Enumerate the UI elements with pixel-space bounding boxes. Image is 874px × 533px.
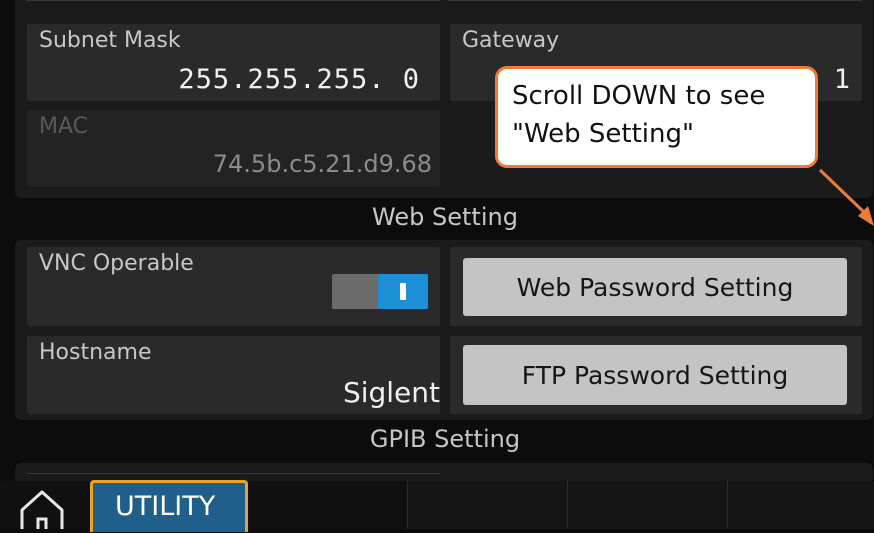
gateway-label: Gateway (462, 28, 560, 53)
toggle-on-mark (400, 283, 406, 300)
hostname-label: Hostname (39, 340, 152, 365)
vnc-toggle[interactable] (332, 274, 428, 309)
ftp-password-cell: FTP Password Setting (450, 336, 862, 414)
tab-utility-label: UTILITY (115, 491, 216, 522)
mac-field: MAC 74.5b.c5.21.d9.68 (27, 110, 440, 187)
tab-utility[interactable]: UTILITY (90, 480, 248, 532)
mac-value: 74.5b.c5.21.d9.68 (212, 150, 432, 178)
tab-slot[interactable] (567, 481, 727, 529)
vnc-operable-field: VNC Operable (27, 247, 440, 326)
mac-label: MAC (39, 114, 89, 139)
web-password-cell: Web Password Setting (450, 247, 862, 326)
home-icon[interactable] (8, 482, 80, 529)
gateway-value: 1 (833, 64, 850, 95)
hostname-field[interactable]: Hostname Siglent (27, 336, 440, 414)
tab-slot[interactable] (727, 481, 874, 529)
callout-line-2: "Web Setting" (512, 119, 694, 149)
web-password-setting-button[interactable]: Web Password Setting (463, 258, 847, 316)
hostname-value: Siglent (342, 376, 440, 409)
subnet-mask-label: Subnet Mask (39, 28, 181, 53)
scroll-hint-callout: Scroll DOWN to see "Web Setting" (495, 66, 818, 168)
toggle-knob (378, 274, 428, 309)
gpib-setting-title: GPIB Setting (369, 425, 521, 453)
subnet-mask-field[interactable]: Subnet Mask 255.255.255. 0 (27, 24, 440, 101)
tab-slot[interactable] (407, 481, 567, 529)
subnet-mask-value: 255.255.255. 0 (178, 64, 420, 95)
callout-line-1: Scroll DOWN to see (512, 81, 766, 111)
vnc-operable-label: VNC Operable (39, 251, 194, 276)
ftp-password-setting-button[interactable]: FTP Password Setting (463, 345, 847, 405)
divider (26, 0, 440, 14)
web-setting-title: Web Setting (372, 203, 518, 231)
divider (448, 0, 862, 14)
